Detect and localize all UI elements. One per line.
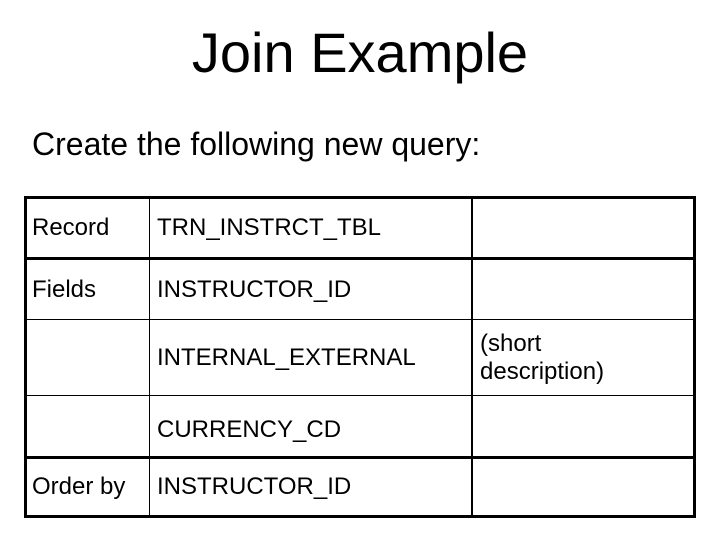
field-note-line2: description) [480,357,605,385]
field-note: (short description) [480,320,604,395]
order-by-value: INSTRUCTOR_ID [157,473,352,500]
column-divider [149,196,150,518]
slide-title: Join Example [191,21,529,84]
table-border-left [24,196,27,518]
row-label-order-by: Order by [32,473,126,500]
field-value: INTERNAL_EXTERNAL [157,343,416,371]
field-note-line1: (short [480,329,542,357]
column-divider [471,196,473,518]
table-border-right [693,196,696,518]
field-value: INSTRUCTOR_ID [157,275,352,303]
row-divider [24,395,696,396]
query-table: Record TRN_INSTRCT_TBL Fields INSTRUCTOR… [24,196,696,518]
row-label-record: Record [32,214,110,241]
table-border-bottom [24,515,696,518]
field-value: CURRENCY_CD [157,416,342,443]
row-label-fields: Fields [32,275,97,303]
row-divider [24,257,696,260]
slide-subtitle: Create the following new query: [32,126,481,162]
record-value: TRN_INSTRCT_TBL [157,214,382,241]
